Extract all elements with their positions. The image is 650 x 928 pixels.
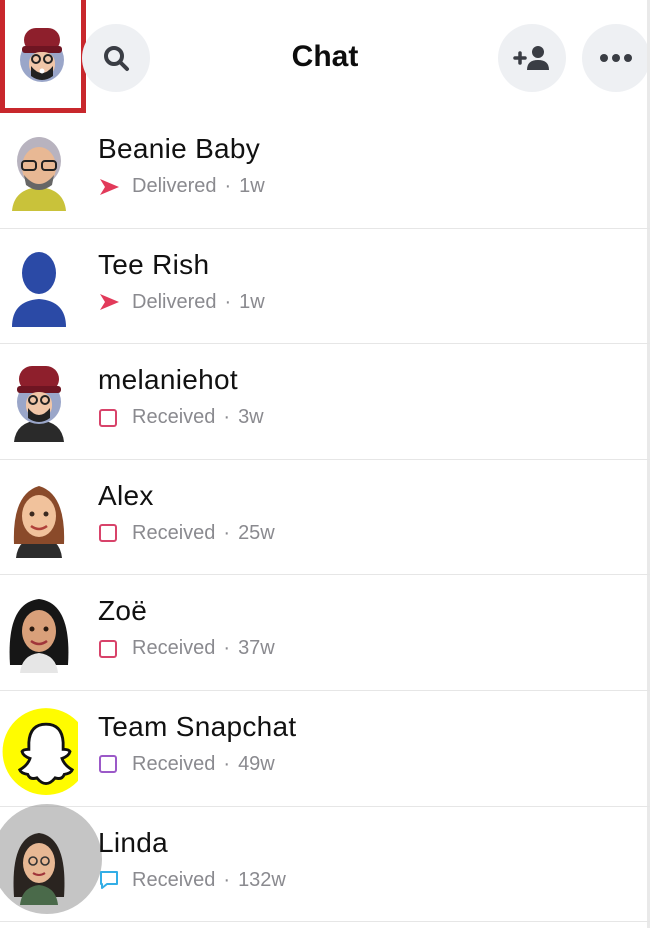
delivered-arrow-icon xyxy=(98,292,122,312)
more-options-button[interactable] xyxy=(582,24,650,92)
status-time: 1w xyxy=(239,175,265,197)
separator-dot: · xyxy=(224,175,232,197)
chat-name: Beanie Baby xyxy=(98,133,261,164)
chat-name: Team Snapchat xyxy=(98,710,297,742)
chat-status: Received · 49w xyxy=(98,753,275,776)
status-label: Received xyxy=(132,752,216,775)
bitmoji-avatar-icon xyxy=(14,366,64,443)
status-time: 132w xyxy=(238,868,286,891)
received-square-icon xyxy=(98,523,122,543)
chat-name: Tee Rish xyxy=(98,248,210,280)
bitmoji-avatar-icon xyxy=(13,485,65,558)
status-time: 1w xyxy=(239,290,265,313)
separator-dot: · xyxy=(223,868,231,891)
add-friend-button[interactable] xyxy=(498,24,566,92)
chat-row-melaniehot[interactable]: melaniehot Received · 3w xyxy=(0,344,650,460)
separator-dot: · xyxy=(223,406,231,429)
chat-status: Delivered · 1w xyxy=(98,291,265,314)
status-time: 49w xyxy=(238,752,275,775)
bitmoji-avatar-icon xyxy=(13,832,65,905)
bitmoji-avatar-icon xyxy=(9,599,69,674)
chat-row-beanie-baby[interactable]: Beanie Baby Delivered · 1w xyxy=(0,113,650,229)
separator-dot: · xyxy=(223,637,231,660)
status-label: Received xyxy=(132,868,216,891)
chat-name: Zoë xyxy=(98,595,148,627)
status-label: Received xyxy=(132,406,216,429)
snapchat-ghost-icon xyxy=(2,708,78,795)
received-chat-icon xyxy=(98,870,122,890)
chat-row-team-snapchat[interactable]: Team Snapchat Received · 49w xyxy=(0,691,650,807)
chat-row-tee-rish[interactable]: Tee Rish Delivered · 1w xyxy=(0,229,650,345)
chat-status: Received · 3w xyxy=(98,406,264,429)
chat-row-zoe[interactable]: Zoë Received · 37w xyxy=(0,575,650,691)
chat-name: Alex xyxy=(98,479,154,511)
received-square-icon xyxy=(98,639,122,659)
chat-header: Chat xyxy=(0,0,650,113)
chat-list: Beanie Baby Delivered · 1w Tee Rish Deli… xyxy=(0,113,650,923)
chat-status: Delivered · 1w xyxy=(98,175,265,198)
chat-status: Received · 25w xyxy=(98,522,275,545)
status-label: Received xyxy=(132,637,216,660)
delivered-arrow-icon xyxy=(98,177,122,197)
add-friend-icon xyxy=(513,46,549,70)
status-label: Delivered xyxy=(132,290,217,313)
silhouette-avatar-icon xyxy=(12,251,66,327)
separator-dot: · xyxy=(223,752,231,775)
chat-status: Received · 37w xyxy=(98,637,275,660)
chat-status: Received · 132w xyxy=(98,869,286,892)
status-time: 37w xyxy=(238,637,275,660)
chat-row-alex[interactable]: Alex Received · 25w xyxy=(0,460,650,576)
chat-name: Linda xyxy=(98,826,169,858)
separator-dot: · xyxy=(224,290,232,313)
separator-dot: · xyxy=(223,521,231,544)
status-time: 25w xyxy=(238,521,275,544)
more-icon xyxy=(600,54,632,62)
received-square-icon xyxy=(98,408,122,428)
chat-row-linda[interactable]: Linda Received · 132w xyxy=(0,803,650,923)
status-time: 3w xyxy=(238,406,264,429)
chat-name: melaniehot xyxy=(98,364,238,396)
status-label: Delivered xyxy=(132,175,217,197)
status-label: Received xyxy=(132,521,216,544)
received-square-icon xyxy=(98,754,122,774)
bitmoji-avatar-icon xyxy=(12,137,66,211)
